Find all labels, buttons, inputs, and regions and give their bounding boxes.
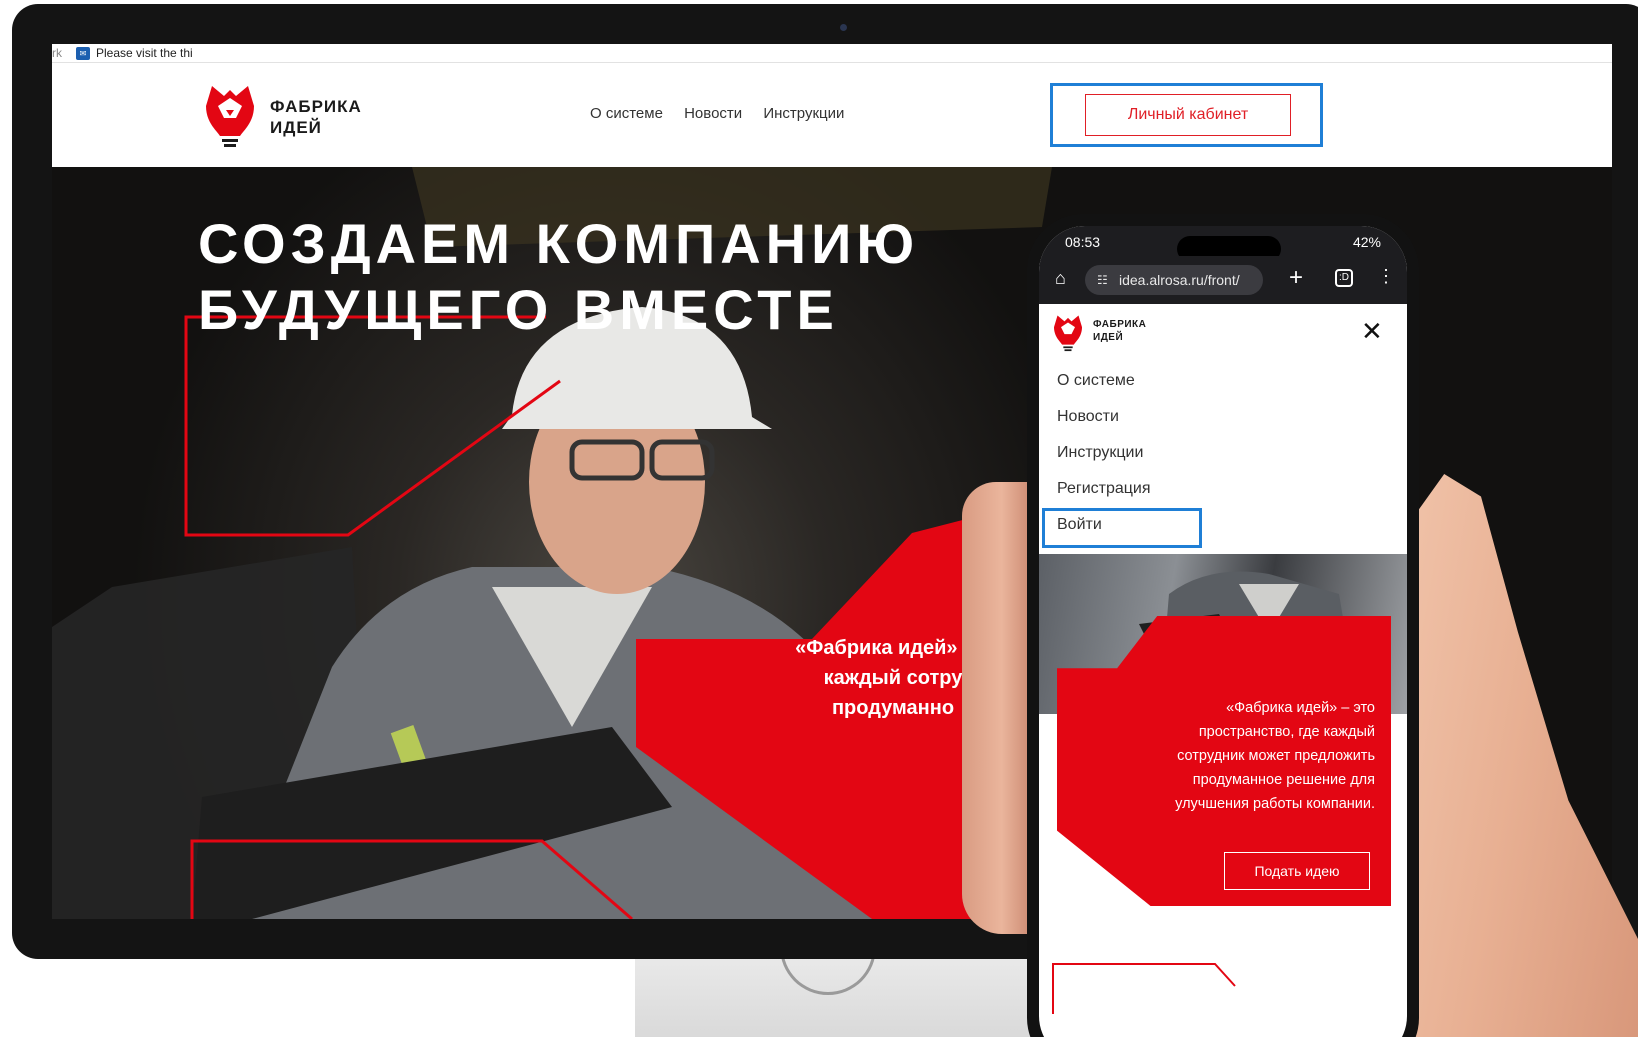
mobile-decor-outline [1052, 963, 1236, 1014]
personal-cabinet-button[interactable]: Личный кабинет [1085, 94, 1291, 136]
logo-text: ФАБРИКА ИДЕЙ [270, 97, 362, 137]
mobile-description: «Фабрика идей» – это пространство, где к… [1175, 700, 1375, 812]
mail-icon: ✉ [76, 47, 90, 60]
site-settings-icon[interactable]: ☷ [1097, 265, 1108, 295]
status-time: 08:53 [1065, 234, 1101, 250]
browser-tab[interactable]: Please visit the thi [96, 46, 193, 60]
plus-icon[interactable]: + [1289, 264, 1303, 292]
hero-title: СОЗДАЕМ КОМПАНИЮ БУДУЩЕГО ВМЕСТЕ [198, 212, 920, 341]
device-mockup-scene: rk ✉ Please visit the thi ФАБРИКА ИДЕЙ О… [0, 0, 1638, 1037]
site-header: ФАБРИКА ИДЕЙ О системе Новости Инструкци… [52, 63, 1612, 167]
tabs-switcher-icon[interactable]: :D [1335, 269, 1353, 287]
mobile-site-logo[interactable]: ФАБРИКА ИДЕЙ [1049, 312, 1169, 356]
webcam-dot [840, 24, 847, 31]
site-logo[interactable]: ФАБРИКА ИДЕЙ [200, 80, 380, 152]
close-icon[interactable]: ✕ [1361, 316, 1383, 347]
phone-screen: 08:53 42% ⌂ ☷ idea.alrosa.ru/front/ + :D… [1039, 226, 1407, 1037]
highlight-frame-login [1042, 508, 1202, 548]
nav-instructions[interactable]: Инструкции [763, 105, 844, 122]
fox-lightbulb-logo-icon [206, 86, 254, 147]
left-fingers [962, 482, 1028, 934]
mobile-nav-news[interactable]: Новости [1057, 408, 1119, 426]
tab-fragment[interactable]: rk [52, 46, 62, 60]
submit-idea-button[interactable]: Подать идею [1224, 852, 1370, 890]
mobile-nav-instructions[interactable]: Инструкции [1057, 444, 1143, 462]
home-icon[interactable]: ⌂ [1055, 268, 1066, 289]
mobile-logo-text: ФАБРИКА ИДЕЙ [1093, 319, 1147, 343]
smartphone: 08:53 42% ⌂ ☷ idea.alrosa.ru/front/ + :D… [1027, 214, 1419, 1037]
nav-about[interactable]: О системе [590, 105, 663, 122]
decor-red-outline-top [184, 315, 561, 537]
battery-level: 42% [1352, 234, 1381, 250]
main-nav: О системе Новости Инструкции [590, 105, 861, 122]
mobile-browser-toolbar: ⌂ ☷ idea.alrosa.ru/front/ + :D ⋮ [1039, 256, 1407, 304]
mobile-nav-register[interactable]: Регистрация [1057, 480, 1151, 498]
url-text: idea.alrosa.ru/front/ [1119, 272, 1240, 288]
nav-news[interactable]: Новости [684, 105, 742, 122]
fox-lightbulb-logo-icon [1054, 315, 1082, 352]
mobile-nav-about[interactable]: О системе [1057, 372, 1135, 390]
browser-tab-bar: rk ✉ Please visit the thi [52, 44, 1612, 63]
address-bar[interactable]: ☷ idea.alrosa.ru/front/ [1085, 265, 1263, 295]
kebab-menu-icon[interactable]: ⋮ [1377, 266, 1395, 287]
